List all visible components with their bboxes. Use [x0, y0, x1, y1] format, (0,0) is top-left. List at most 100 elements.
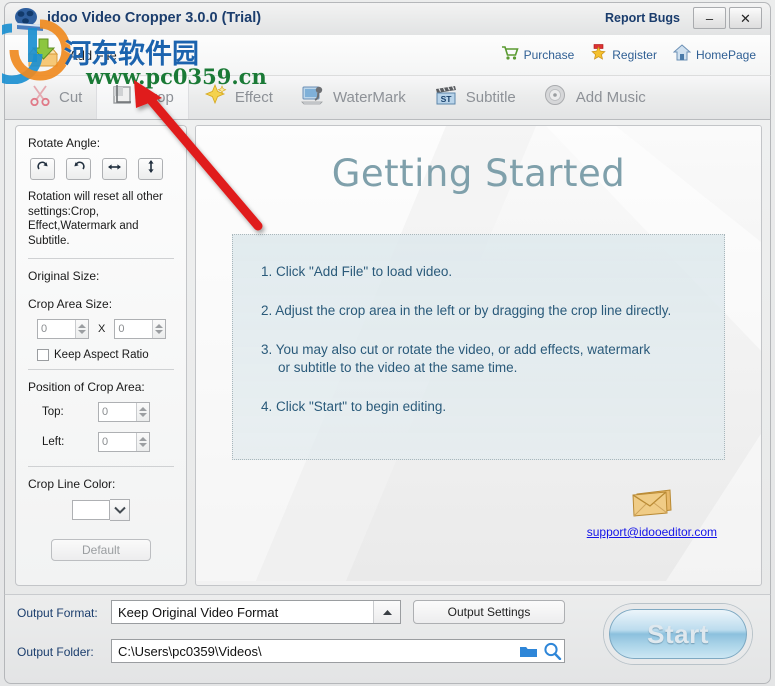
output-settings-button[interactable]: Output Settings	[413, 600, 565, 624]
output-folder-field[interactable]: C:\Users\pc0359\Videos\	[111, 639, 565, 663]
purchase-link[interactable]: Purchase	[501, 45, 575, 66]
homepage-label: HomePage	[695, 48, 756, 62]
tab-watermark[interactable]: WaterMark	[287, 77, 420, 119]
svg-text:ST: ST	[440, 94, 452, 104]
getting-started-panel: Getting Started 1. Click "Add File" to l…	[195, 125, 762, 586]
tab-cut-label: Cut	[59, 89, 83, 106]
top-position-row: Top:	[42, 402, 174, 422]
crop-icon	[111, 84, 133, 111]
rotate-clockwise-button[interactable]	[30, 158, 55, 180]
crop-settings-panel: Rotate Angle: Rotation will reset all ot…	[15, 125, 187, 586]
list-item: 1. Click "Add File" to load video.	[261, 263, 696, 281]
output-folder-value: C:\Users\pc0359\Videos\	[118, 643, 262, 659]
music-disc-icon	[544, 84, 568, 111]
support-email-link[interactable]: support@idooeditor.com	[587, 525, 717, 539]
output-format-dropdown-button[interactable]	[373, 601, 400, 623]
tab-subtitle[interactable]: ST Subtitle	[420, 77, 530, 119]
mode-tab-strip: Cut Crop Effect WaterMark ST Subtitle Ad…	[4, 75, 771, 120]
chevron-down-icon	[113, 506, 126, 514]
divider-1	[28, 258, 174, 259]
keep-aspect-ratio-label: Keep Aspect Ratio	[54, 349, 149, 361]
crop-height-stepper[interactable]	[114, 319, 167, 339]
start-button[interactable]: Start	[604, 604, 752, 664]
crop-line-color-picker[interactable]	[28, 499, 174, 521]
crop-width-input[interactable]	[38, 320, 75, 338]
magnifier-icon[interactable]	[540, 642, 564, 660]
divider-3	[28, 466, 174, 467]
top-stepper[interactable]	[98, 402, 150, 422]
purchase-label: Purchase	[523, 48, 575, 62]
tab-subtitle-label: Subtitle	[465, 89, 516, 106]
add-file-button[interactable]: Add File	[23, 37, 117, 73]
register-label: Register	[612, 48, 657, 62]
chevron-down-icon	[155, 330, 164, 334]
list-item: 2. Adjust the crop area in the left or b…	[261, 302, 696, 320]
step-text: 4. Click "Start" to begin editing.	[261, 399, 447, 414]
rotate-counterclockwise-button[interactable]	[66, 158, 91, 180]
sparkle-star-icon	[203, 83, 227, 111]
top-arrows[interactable]	[136, 403, 149, 421]
chevron-up-icon	[78, 324, 86, 328]
tab-effect-label: Effect	[234, 89, 273, 106]
crop-width-arrows[interactable]	[75, 320, 88, 338]
output-folder-label: Output Folder:	[17, 645, 94, 659]
chevron-down-icon	[139, 413, 147, 417]
tab-crop[interactable]: Crop	[96, 76, 189, 119]
tab-effect[interactable]: Effect	[189, 77, 287, 119]
star-badge-icon	[590, 44, 607, 66]
tab-cut[interactable]: Cut	[15, 77, 96, 119]
title-bar: idoo Video Cropper 3.0.0 (Trial) Report …	[4, 2, 771, 35]
minimize-button[interactable]: –	[693, 7, 726, 29]
chevron-up-icon	[139, 407, 147, 411]
crop-line-color-label: Crop Line Color:	[28, 477, 116, 491]
scissors-icon	[29, 84, 51, 111]
output-format-select[interactable]: Keep Original Video Format	[111, 600, 401, 624]
top-right-links: Purchase Register HomePage	[501, 44, 756, 66]
crop-width-stepper[interactable]	[37, 319, 89, 339]
default-button[interactable]: Default	[51, 539, 151, 561]
left-input[interactable]	[99, 433, 136, 451]
watermark-screen-icon	[300, 84, 325, 111]
window-title: idoo Video Cropper 3.0.0 (Trial)	[47, 10, 262, 26]
left-position-row: Left:	[42, 432, 174, 452]
home-icon	[672, 44, 692, 66]
rotate-ccw-icon	[72, 160, 86, 179]
crop-height-input[interactable]	[115, 320, 153, 338]
tab-watermark-label: WaterMark	[332, 89, 406, 106]
list-item: 3. You may also cut or rotate the video,…	[261, 341, 696, 377]
top-input[interactable]	[99, 403, 136, 421]
step-text-continuation: or subtitle to the video at the same tim…	[278, 360, 518, 375]
crop-size-row: X	[37, 319, 174, 339]
clapperboard-st-icon: ST	[434, 84, 458, 111]
size-separator: X	[98, 323, 106, 335]
crop-line-color-dropdown[interactable]	[110, 499, 130, 521]
list-item: 4. Click "Start" to begin editing.	[261, 398, 696, 416]
homepage-link[interactable]: HomePage	[672, 44, 756, 66]
crop-line-color-swatch[interactable]	[72, 500, 110, 520]
keep-aspect-ratio-row[interactable]: Keep Aspect Ratio	[37, 349, 174, 361]
output-bar: Output Format: Keep Original Video Forma…	[4, 594, 771, 684]
start-button-label: Start	[647, 618, 709, 649]
divider-2	[28, 369, 174, 370]
support-contact: support@idooeditor.com	[587, 486, 717, 539]
left-arrows[interactable]	[136, 433, 149, 451]
rotate-button-row	[30, 158, 174, 180]
folder-open-icon[interactable]	[516, 644, 540, 659]
top-toolbar: Add File Purchase Register HomePage	[4, 35, 771, 75]
rotate-cw-icon	[36, 160, 50, 179]
add-file-download-icon	[23, 36, 63, 75]
close-button[interactable]: ✕	[729, 7, 762, 29]
chevron-up-icon	[139, 437, 147, 441]
getting-started-steps-box: 1. Click "Add File" to load video. 2. Ad…	[232, 234, 725, 460]
chevron-up-icon	[382, 609, 392, 615]
tab-add-music[interactable]: Add Music	[530, 77, 660, 119]
crop-height-arrows[interactable]	[152, 320, 166, 338]
step-text: 3. You may also cut or rotate the video,…	[261, 342, 651, 357]
keep-aspect-ratio-checkbox[interactable]	[37, 349, 49, 361]
report-bugs-link[interactable]: Report Bugs	[605, 11, 680, 25]
left-label: Left:	[42, 436, 65, 448]
flip-vertical-button[interactable]	[138, 158, 163, 180]
flip-horizontal-button[interactable]	[102, 158, 127, 180]
register-link[interactable]: Register	[590, 44, 657, 66]
left-stepper[interactable]	[98, 432, 150, 452]
